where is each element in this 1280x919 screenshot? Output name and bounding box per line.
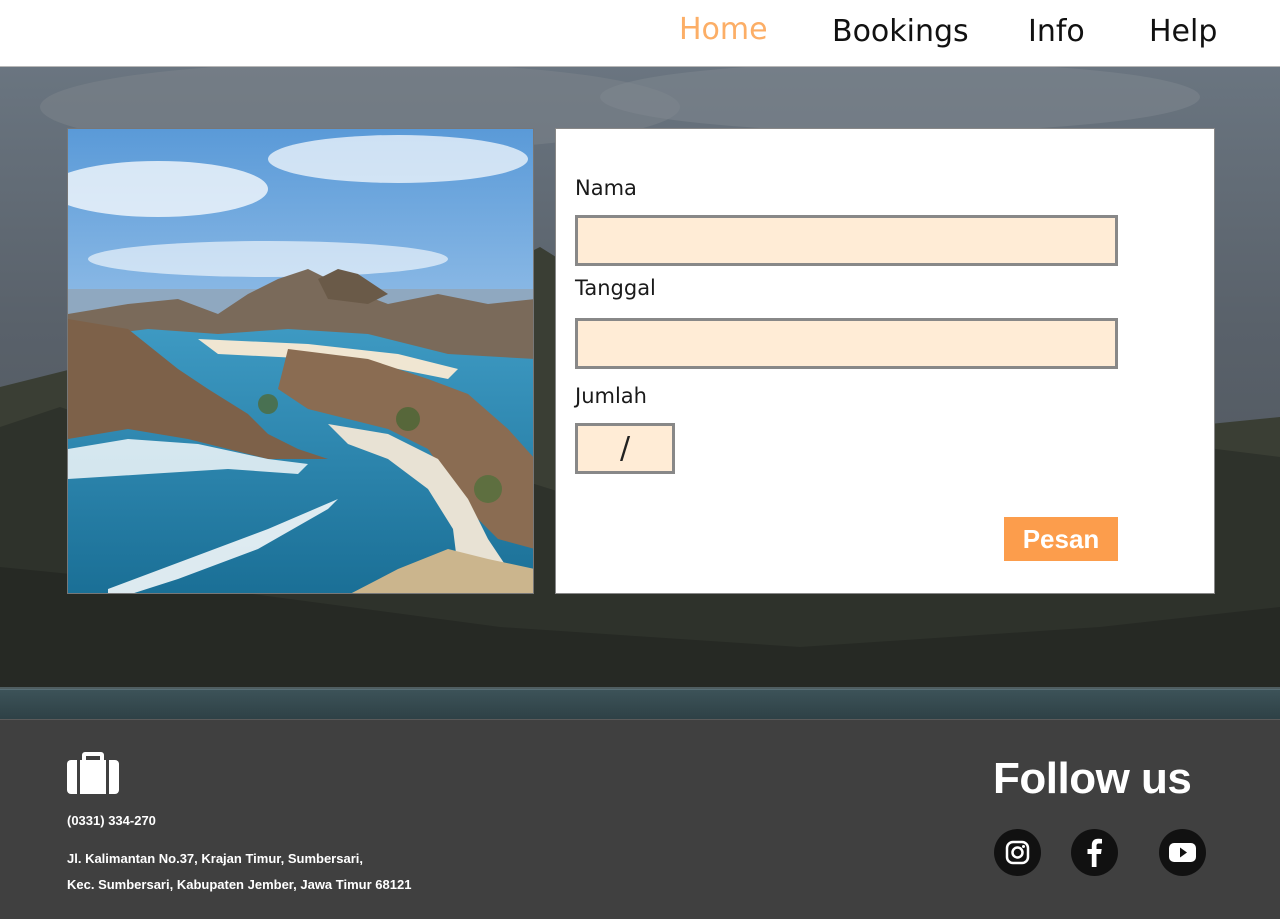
name-input[interactable] — [575, 215, 1118, 266]
hero-section: Nama Tanggal Jumlah / Pesan — [0, 67, 1280, 719]
name-label: Nama — [575, 176, 637, 200]
nav-bookings-link[interactable]: Bookings — [832, 14, 969, 49]
instagram-icon[interactable] — [994, 829, 1041, 876]
footer-phone: (0331) 334-270 — [67, 813, 156, 828]
nav-info-link[interactable]: Info — [1028, 14, 1085, 49]
top-navbar: Home Bookings Info Help — [0, 0, 1280, 67]
footer-address-line1: Jl. Kalimantan No.37, Krajan Timur, Sumb… — [67, 851, 363, 866]
date-input[interactable] — [575, 318, 1118, 369]
date-label: Tanggal — [575, 276, 656, 300]
facebook-icon[interactable] — [1071, 829, 1118, 876]
quantity-input[interactable]: / — [575, 423, 675, 474]
footer-address-line2: Kec. Sumbersari, Kabupaten Jember, Jawa … — [67, 877, 412, 892]
footer: (0331) 334-270 Jl. Kalimantan No.37, Kra… — [0, 719, 1280, 919]
pesan-button[interactable]: Pesan — [1004, 517, 1118, 561]
nav-help-link[interactable]: Help — [1149, 14, 1217, 49]
quantity-label: Jumlah — [575, 384, 647, 408]
booking-form: Nama Tanggal Jumlah / Pesan — [555, 128, 1215, 594]
follow-us-heading: Follow us — [993, 754, 1192, 803]
nav-home-link[interactable]: Home — [679, 12, 768, 47]
youtube-icon[interactable] — [1159, 829, 1206, 876]
suitcase-icon — [67, 752, 119, 794]
destination-photo — [67, 128, 534, 594]
